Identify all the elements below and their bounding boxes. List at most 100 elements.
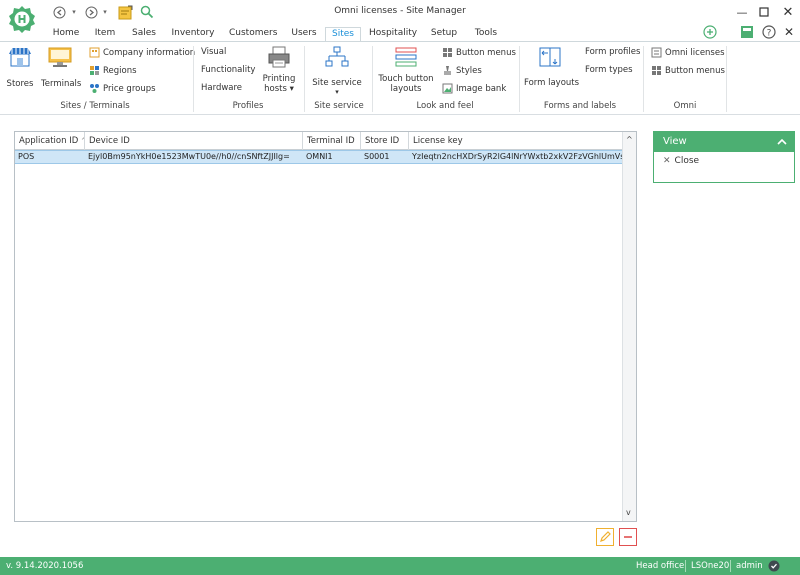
- form-profiles-button[interactable]: Form profiles: [585, 47, 640, 57]
- cell-store-id[interactable]: S0001: [361, 151, 409, 163]
- tab-home[interactable]: Home: [50, 27, 82, 42]
- cell-device-id[interactable]: Ejyl0Bm95nYkH0e1523MwTU0e//h0//cnSNftZJJ…: [85, 151, 303, 163]
- layout-icon[interactable]: [740, 25, 756, 41]
- ribbon: Stores Terminals Company information Reg…: [0, 42, 800, 115]
- close-label: Close: [674, 156, 700, 166]
- tab-setup[interactable]: Setup: [429, 27, 459, 42]
- price-groups-button[interactable]: Price groups: [89, 83, 156, 94]
- form-layouts-label: Form layouts: [524, 78, 580, 88]
- status-divider: [730, 560, 731, 572]
- button-menus-button[interactable]: Button menus: [442, 47, 516, 58]
- printing-hosts-label-line1: Printing: [262, 74, 296, 84]
- touch-button-layouts-label-line2: layouts: [390, 84, 422, 94]
- scroll-up-icon[interactable]: ^: [626, 135, 633, 144]
- price-groups-icon: [90, 84, 99, 93]
- help-icon[interactable]: ?: [762, 25, 778, 41]
- terminals-label: Terminals: [41, 79, 82, 89]
- omni-button-menus-button[interactable]: Button menus: [651, 65, 725, 76]
- column-header-terminal-id[interactable]: Terminal ID: [303, 132, 361, 150]
- view-panel-header[interactable]: View: [654, 132, 794, 152]
- site-service-icon: [325, 46, 349, 67]
- styles-label: Styles: [456, 66, 482, 76]
- table-row[interactable]: POS Ejyl0Bm95nYkH0e1523MwTU0e//h0//cnSNf…: [15, 150, 623, 164]
- close-icon: ✕: [663, 156, 671, 166]
- add-circle-icon[interactable]: [703, 25, 719, 41]
- column-header-license-key[interactable]: License key: [409, 132, 623, 150]
- touch-button-layouts-label-line1: Touch button: [378, 74, 434, 84]
- image-bank-button[interactable]: Image bank: [442, 83, 506, 94]
- column-header-application-id[interactable]: Application ID ^: [15, 132, 85, 150]
- visual-profile-button[interactable]: Visual: [201, 47, 226, 57]
- image-icon: [442, 83, 453, 94]
- touch-button-layouts-button[interactable]: Touch button layouts: [378, 46, 434, 94]
- ribbon-separator: [193, 46, 194, 112]
- column-header-device-id[interactable]: Device ID: [85, 132, 303, 150]
- grid-header: Application ID ^ Device ID Terminal ID S…: [15, 132, 623, 150]
- site-service-label: Site service: [312, 78, 362, 88]
- button-menus-label: Button menus: [456, 48, 516, 58]
- ribbon-tab-bar: Home Item Sales Inventory Customers User…: [0, 25, 800, 42]
- group-label-omni: Omni: [673, 101, 697, 111]
- form-layout-icon: [539, 47, 561, 67]
- styles-button[interactable]: Styles: [442, 65, 482, 76]
- store-icon: [9, 48, 31, 67]
- stores-label: Stores: [6, 79, 34, 89]
- ribbon-separator: [726, 46, 727, 112]
- tab-inventory[interactable]: Inventory: [171, 27, 215, 42]
- omni-licenses-label: Omni licenses: [665, 48, 725, 58]
- company-information-label: Company information: [103, 48, 196, 58]
- version-text: v. 9.14.2020.1056: [6, 561, 84, 571]
- tab-customers[interactable]: Customers: [229, 27, 277, 42]
- cell-application-id[interactable]: POS: [15, 151, 85, 163]
- maximize-icon[interactable]: [753, 3, 775, 21]
- form-types-button[interactable]: Form types: [585, 65, 633, 75]
- connection-check-icon: [768, 560, 780, 572]
- regions-button[interactable]: Regions: [89, 65, 137, 76]
- tab-hospitality[interactable]: Hospitality: [369, 27, 417, 42]
- chevron-up-icon[interactable]: [776, 132, 788, 160]
- view-panel-title: View: [663, 136, 687, 147]
- price-groups-label: Price groups: [103, 84, 156, 94]
- minus-icon: [624, 536, 632, 538]
- omni-licenses-button[interactable]: Omni licenses: [651, 47, 725, 58]
- touch-layout-icon: [395, 47, 417, 67]
- scroll-down-icon[interactable]: v: [626, 508, 631, 517]
- user-text: admin: [736, 561, 763, 571]
- form-layouts-button[interactable]: Form layouts: [524, 46, 580, 88]
- functionality-profile-button[interactable]: Functionality: [201, 65, 255, 75]
- licenses-grid[interactable]: Application ID ^ Device ID Terminal ID S…: [14, 131, 637, 522]
- close-window-icon[interactable]: ✕: [777, 3, 799, 21]
- window-title: Omni licenses - Site Manager: [334, 6, 466, 16]
- printer-icon: [268, 46, 290, 68]
- pencil-icon: [600, 531, 611, 542]
- close-view-button[interactable]: ✕ Close: [663, 156, 699, 166]
- tab-tools[interactable]: Tools: [472, 27, 500, 42]
- cell-terminal-id[interactable]: OMNI1: [303, 151, 361, 163]
- group-label-profiles: Profiles: [232, 101, 264, 111]
- status-bar: v. 9.14.2020.1056 Head office LSOne20 ad…: [0, 557, 800, 575]
- printing-hosts-button[interactable]: Printing hosts ▾: [259, 46, 299, 94]
- view-panel: View ✕ Close: [653, 131, 795, 183]
- delete-button[interactable]: [619, 528, 637, 546]
- hardware-profile-button[interactable]: Hardware: [201, 83, 242, 93]
- ribbon-separator: [372, 46, 373, 112]
- minimize-icon[interactable]: —: [731, 3, 753, 21]
- site-service-button[interactable]: Site service ▾: [311, 46, 363, 96]
- edit-button[interactable]: [596, 528, 614, 546]
- cell-license-key[interactable]: YzIeqtn2ncHXDrSyR2lG4lNrYWxtb2xkV2FzVGhl…: [409, 151, 623, 163]
- tab-sites[interactable]: Sites: [325, 27, 361, 42]
- company-information-button[interactable]: Company information: [89, 47, 195, 58]
- tab-users[interactable]: Users: [289, 27, 319, 42]
- vertical-scrollbar[interactable]: ^ v: [622, 132, 636, 521]
- tab-sales[interactable]: Sales: [129, 27, 159, 42]
- group-label-sites-terminals: Sites / Terminals: [60, 101, 130, 111]
- terminal-icon: [48, 47, 72, 67]
- terminals-button[interactable]: Terminals: [41, 46, 82, 89]
- group-label-site-service: Site service: [314, 101, 364, 111]
- stores-button[interactable]: Stores: [4, 46, 36, 89]
- svg-text:?: ?: [767, 29, 772, 39]
- close-document-icon[interactable]: ✕: [784, 25, 798, 41]
- tab-item[interactable]: Item: [92, 27, 118, 42]
- column-header-store-id[interactable]: Store ID: [361, 132, 409, 150]
- status-divider: [685, 560, 686, 572]
